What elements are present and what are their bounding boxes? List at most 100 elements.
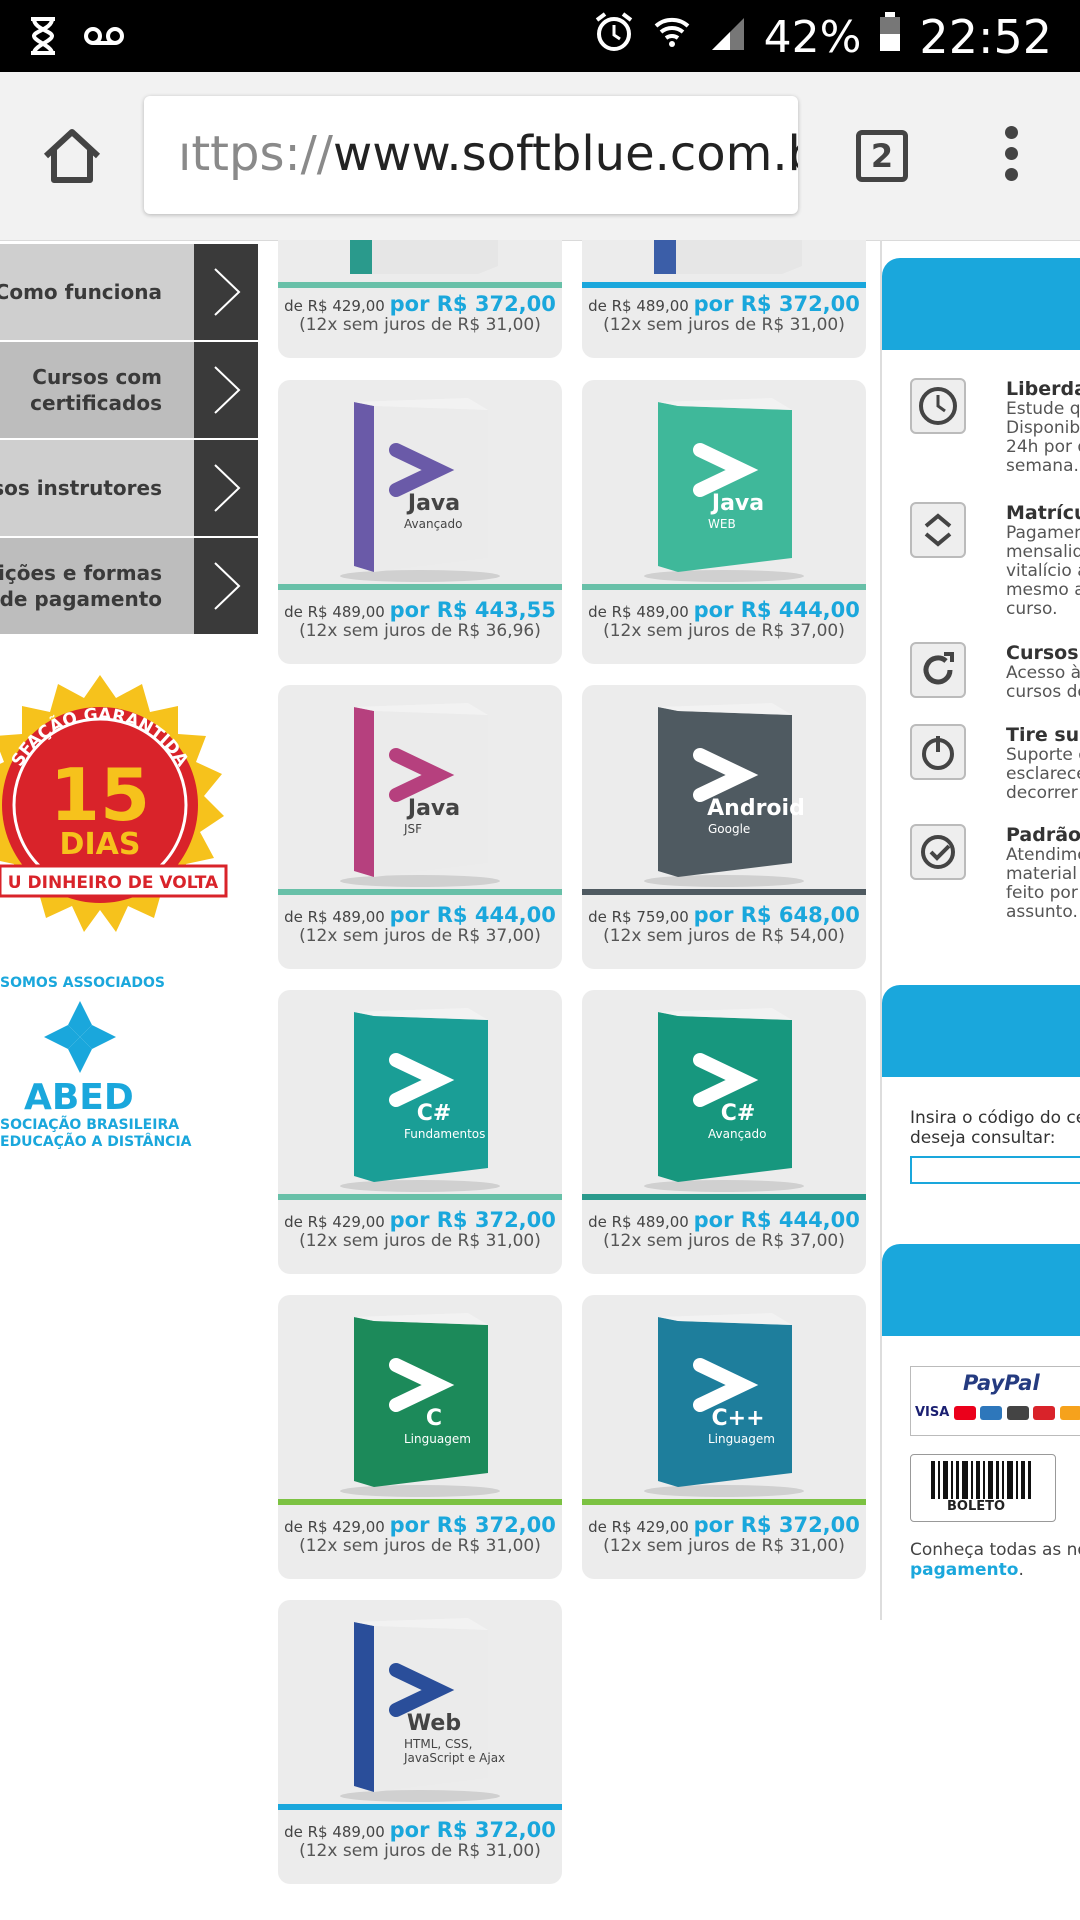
guarantee-badge: SFAÇÃO GARANTIDA 15 DIAS U DINHEIRO DE V…	[0, 670, 230, 940]
chevron-right-icon	[194, 440, 258, 536]
course-box-image: C Linguagem	[278, 1295, 562, 1499]
course-installments: (12x sem juros de R$ 31,00)	[603, 315, 845, 335]
course-box-title: C#	[417, 1101, 452, 1126]
course-box-image: C++ Linguagem	[582, 1295, 866, 1499]
battery-percent: 42%	[763, 11, 862, 63]
side-menu-label: Como funciona	[0, 280, 162, 304]
course-installments: (12x sem juros de R$ 31,00)	[299, 1536, 541, 1556]
course-installments: (12x sem juros de R$ 31,00)	[299, 1231, 541, 1251]
course-card[interactable]: Java WEB de R$ 489,00 por R$ 444,00 (12x se…	[582, 380, 866, 664]
certificate-header-band	[882, 985, 1080, 1077]
benefit-title: Liberdade t	[1006, 378, 1080, 400]
benefit-item: Tire suas dSuporte efic esclarecer s dec…	[910, 724, 1080, 834]
course-installments: (12x sem juros de R$ 31,00)	[603, 1536, 845, 1556]
benefit-title: Matrícula n	[1006, 502, 1080, 524]
course-color-bar	[582, 889, 866, 895]
url-bar[interactable]: ıttps://www.softblue.com.br	[144, 96, 798, 214]
course-box-subtitle: Linguagem	[708, 1432, 775, 1446]
benefit-item: Matrícula nPagamento ú mensalidade vital…	[910, 502, 1080, 619]
course-box-image: Android Google	[582, 685, 866, 889]
course-new-price: por R$ 443,55	[389, 598, 556, 622]
course-new-price: por R$ 444,00	[693, 1208, 860, 1232]
side-menu-item[interactable]: ossos instrutores	[0, 440, 258, 536]
badge-ribbon: U DINHEIRO DE VOLTA	[8, 873, 219, 893]
course-box-image	[278, 240, 562, 282]
side-menu-item[interactable]: Como funciona	[0, 244, 258, 340]
course-card[interactable]: Java Avançado de R$ 489,00 por R$ 443,55 (1…	[278, 380, 562, 664]
tab-switcher-button[interactable]: 2	[856, 130, 908, 182]
course-color-bar	[582, 1194, 866, 1200]
course-new-price: por R$ 372,00	[693, 292, 860, 316]
home-button[interactable]	[40, 124, 104, 188]
benefits-header-band	[882, 258, 1080, 350]
voicemail-icon	[84, 24, 124, 52]
course-card[interactable]: C Linguagem de R$ 429,00 por R$ 372,00 (12x…	[278, 1295, 562, 1579]
course-box-subtitle: Google	[708, 822, 750, 836]
course-installments: (12x sem juros de R$ 37,00)	[603, 1231, 845, 1251]
overflow-menu-button[interactable]	[1000, 126, 1022, 186]
course-price: de R$ 489,00 por R$ 443,55	[278, 598, 562, 622]
clock-icon	[910, 378, 966, 434]
course-card[interactable]: Web HTML, CSS, JavaScript e Ajax de R$ 489,…	[278, 1600, 562, 1884]
certificate-code-input[interactable]	[910, 1156, 1080, 1184]
course-card[interactable]: C# Avançado de R$ 489,00 por R$ 444,00 (12x…	[582, 990, 866, 1274]
course-old-price: de R$ 489,00	[284, 1823, 385, 1841]
course-box-title: C	[426, 1406, 442, 1431]
course-new-price: por R$ 444,00	[389, 903, 556, 927]
url-scheme: ıttps://	[178, 126, 333, 182]
barcode-icon	[931, 1461, 1031, 1499]
browser-toolbar: ıttps://www.softblue.com.br 2	[0, 72, 1080, 241]
check-icon	[910, 824, 966, 880]
course-box-image	[582, 240, 866, 282]
payment-link[interactable]: pagamento	[910, 1560, 1018, 1580]
course-box-image: Java JSF	[278, 685, 562, 889]
course-box-title: C++	[711, 1406, 764, 1431]
course-card[interactable]: de R$ 429,00 por R$ 372,00 (12x sem juros…	[278, 240, 562, 358]
course-box-subtitle: Avançado	[404, 517, 462, 531]
course-old-price: de R$ 489,00	[588, 603, 689, 621]
course-box-image: Java Avançado	[278, 380, 562, 584]
course-card[interactable]: de R$ 489,00 por R$ 372,00 (12x sem juros…	[582, 240, 866, 358]
course-old-price: de R$ 759,00	[588, 908, 689, 926]
alarm-icon	[594, 11, 634, 64]
course-box-image: C# Avançado	[582, 990, 866, 1194]
course-card[interactable]: Java JSF de R$ 489,00 por R$ 444,00 (12x se…	[278, 685, 562, 969]
certificate-label: Insira o código do cer deseja consultar:	[910, 1108, 1080, 1148]
side-menu-item[interactable]: Cursos com certificados	[0, 342, 258, 438]
abed-name: ABED	[24, 1077, 134, 1118]
course-box-title: Web	[407, 1711, 461, 1736]
course-price: de R$ 429,00 por R$ 372,00	[278, 1513, 562, 1537]
chevron-right-icon	[194, 538, 258, 634]
wifi-icon	[652, 12, 692, 63]
course-card[interactable]: C# Fundamentos de R$ 429,00 por R$ 372,00(…	[278, 990, 562, 1274]
course-old-price: de R$ 429,00	[284, 1518, 385, 1536]
benefit-item: Liberdade tEstude quand Disponibilida 24…	[910, 378, 1080, 488]
course-card[interactable]: C++ Linguagem de R$ 429,00 por R$ 372,00 (1…	[582, 1295, 866, 1579]
side-menu-label: Cursos com certificados	[30, 365, 162, 415]
course-old-price: de R$ 429,00	[284, 297, 385, 315]
right-info-panel: Liberdade tEstude quand Disponibilida 24…	[880, 240, 1080, 1620]
course-price: de R$ 429,00 por R$ 372,00	[582, 1513, 866, 1537]
course-color-bar	[278, 1804, 562, 1810]
course-new-price: por R$ 372,00	[389, 292, 556, 316]
abed-somos: SOMOS ASSOCIADOS	[0, 975, 165, 991]
course-box-title: Android	[707, 796, 805, 821]
benefit-description: Estude quand Disponibilida 24h por dia, …	[1006, 399, 1080, 476]
course-card[interactable]: Android Google de R$ 759,00 por R$ 648,00(…	[582, 685, 866, 969]
course-color-bar	[278, 1194, 562, 1200]
course-installments: (12x sem juros de R$ 37,00)	[299, 926, 541, 946]
course-box-image: Web HTML, CSS, JavaScript e Ajax	[278, 1600, 562, 1804]
course-box-subtitle: Linguagem	[404, 1432, 471, 1446]
course-box-title: Java	[710, 491, 764, 516]
benefit-title: Tire suas d	[1006, 724, 1080, 746]
hourglass-icon	[28, 16, 58, 60]
side-menu-item[interactable]: dições e formas de pagamento	[0, 538, 258, 634]
abed-association: SOMOS ASSOCIADOS ABED SOCIAÇÃO BRASILEIR…	[0, 975, 200, 1150]
course-new-price: por R$ 444,00	[693, 598, 860, 622]
course-color-bar	[582, 584, 866, 590]
course-new-price: por R$ 648,00	[693, 903, 860, 927]
payment-info-text: Conheça todas as nos pagamento.	[910, 1540, 1080, 1580]
course-box-subtitle: Avançado	[708, 1127, 766, 1141]
course-box-title: Java	[406, 796, 460, 821]
course-box-image: Java WEB	[582, 380, 866, 584]
